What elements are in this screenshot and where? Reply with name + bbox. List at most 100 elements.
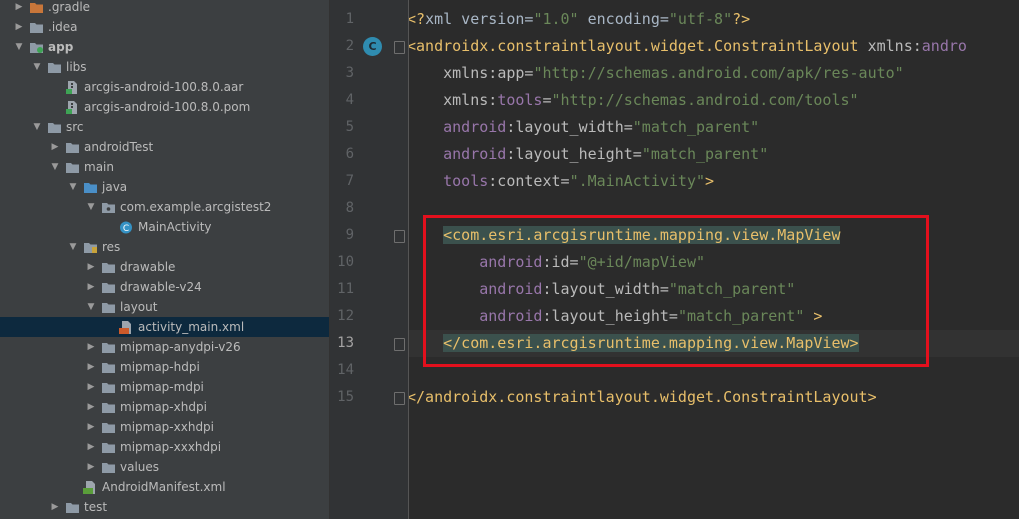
tree-item-label: arcgis-android-100.8.0.aar xyxy=(84,80,244,94)
tree-item[interactable]: ▶ .gradle xyxy=(0,0,329,17)
tree-item[interactable]: ▶ drawable-v24 xyxy=(0,277,329,297)
code-token: </androidx.constraintlayout.widget.Const… xyxy=(409,388,877,406)
class-gutter-icon[interactable]: C xyxy=(363,37,382,56)
tree-item-label: MainActivity xyxy=(138,220,212,234)
code-token: ?> xyxy=(732,10,751,28)
folder-icon xyxy=(101,461,116,474)
tree-item[interactable]: ▼ com.example.arcgistest2 xyxy=(0,197,329,217)
tree-item[interactable]: ▼ layout xyxy=(0,297,329,317)
tree-item[interactable]: ▶ mipmap-hdpi xyxy=(0,357,329,377)
code-line[interactable]: tools:context=".MainActivity"> xyxy=(409,168,714,195)
tree-item[interactable]: ▶ mipmap-xxxhdpi xyxy=(0,437,329,457)
tree-item-label: test xyxy=(84,500,108,514)
line-number: 10 xyxy=(337,254,354,270)
code-token: <androidx.constraintlayout.widget.Constr… xyxy=(409,37,859,55)
code-token: xmlns: xyxy=(409,64,498,82)
chevron-right-icon[interactable]: ▶ xyxy=(13,22,25,32)
tree-item-label: layout xyxy=(120,300,158,314)
tree-item[interactable]: ▶activity_main.xml xyxy=(0,317,329,337)
code-token: :layout_height= xyxy=(506,145,642,163)
class-icon: C xyxy=(119,221,134,234)
folder-icon xyxy=(47,121,62,134)
code-token: > xyxy=(705,172,715,190)
tree-item[interactable]: ▶ mipmap-mdpi xyxy=(0,377,329,397)
line-number: 11 xyxy=(337,281,354,297)
line-number: 5 xyxy=(345,119,354,135)
code-token: "1.0" xyxy=(533,10,579,28)
folder-icon xyxy=(101,261,116,274)
code-line[interactable]: </androidx.constraintlayout.widget.Const… xyxy=(409,384,877,411)
code-line[interactable]: xmlns:tools="http://schemas.android.com/… xyxy=(409,87,858,114)
tree-item[interactable]: ▼ src xyxy=(0,117,329,137)
chevron-down-icon[interactable]: ▼ xyxy=(67,242,79,252)
tree-item-label: .gradle xyxy=(48,0,91,14)
chevron-right-icon[interactable]: ▶ xyxy=(85,422,97,432)
tree-item[interactable]: ▶arcgis-android-100.8.0.aar xyxy=(0,77,329,97)
tree-item[interactable]: ▶ values xyxy=(0,457,329,477)
tree-item[interactable]: ▶AndroidManifest.xml xyxy=(0,477,329,497)
chevron-down-icon[interactable]: ▼ xyxy=(31,62,43,72)
tree-item[interactable]: ▼ libs xyxy=(0,57,329,77)
fold-marker-icon[interactable] xyxy=(394,338,405,351)
code-token: "match_parent" xyxy=(632,118,760,136)
package-icon xyxy=(101,201,116,214)
tree-item[interactable]: ▶arcgis-android-100.8.0.pom xyxy=(0,97,329,117)
chevron-right-icon[interactable]: ▶ xyxy=(49,142,61,152)
tree-item[interactable]: ▼ res xyxy=(0,237,329,257)
fold-marker-icon[interactable] xyxy=(394,230,405,243)
file-archive-icon xyxy=(65,80,80,94)
chevron-down-icon[interactable]: ▼ xyxy=(49,162,61,172)
line-number: 6 xyxy=(345,146,354,162)
chevron-down-icon[interactable]: ▼ xyxy=(67,182,79,192)
tree-item[interactable]: ▶ mipmap-xxhdpi xyxy=(0,417,329,437)
tree-item[interactable]: ▶ mipmap-anydpi-v26 xyxy=(0,337,329,357)
chevron-right-icon[interactable]: ▶ xyxy=(13,2,25,12)
chevron-down-icon[interactable]: ▼ xyxy=(85,202,97,212)
chevron-down-icon[interactable]: ▼ xyxy=(85,302,97,312)
chevron-down-icon[interactable]: ▼ xyxy=(13,42,25,52)
code-line[interactable]: android:layout_width="match_parent" xyxy=(409,114,759,141)
project-tree-panel[interactable]: ▶.gradle▶.idea▼app▼libs▶arcgis-android-1… xyxy=(0,0,330,519)
code-line[interactable]: <androidx.constraintlayout.widget.Constr… xyxy=(409,33,967,60)
chevron-right-icon[interactable]: ▶ xyxy=(85,362,97,372)
line-number: 13 xyxy=(337,335,354,351)
chevron-right-icon[interactable]: ▶ xyxy=(85,282,97,292)
chevron-right-icon[interactable]: ▶ xyxy=(85,442,97,452)
line-number: 15 xyxy=(337,389,354,405)
tree-item[interactable]: ▶ .idea xyxy=(0,17,329,37)
fold-marker-icon[interactable] xyxy=(394,392,405,405)
editor-gutter: 1 2 3 4 5 6 7 8 9 10 11 12 13 14 15 C xyxy=(330,0,426,519)
chevron-right-icon[interactable]: ▶ xyxy=(85,462,97,472)
folder-blue-icon xyxy=(83,181,98,194)
tree-item-label: src xyxy=(66,120,84,134)
chevron-right-icon[interactable]: ▶ xyxy=(85,382,97,392)
chevron-down-icon[interactable]: ▼ xyxy=(31,122,43,132)
chevron-right-icon[interactable]: ▶ xyxy=(85,262,97,272)
code-token: xmlns: xyxy=(409,91,498,109)
line-number: 1 xyxy=(345,11,354,27)
tree-item-label: activity_main.xml xyxy=(138,320,245,334)
tree-item[interactable]: ▶ drawable xyxy=(0,257,329,277)
tree-item[interactable]: ▶CMainActivity xyxy=(0,217,329,237)
chevron-right-icon[interactable]: ▶ xyxy=(85,342,97,352)
line-number: 3 xyxy=(345,65,354,81)
code-line[interactable]: android:layout_height="match_parent" xyxy=(409,141,768,168)
chevron-right-icon[interactable]: ▶ xyxy=(85,402,97,412)
file-archive-icon xyxy=(65,100,80,114)
folder-icon xyxy=(101,401,116,414)
tree-item[interactable]: ▶ androidTest xyxy=(0,137,329,157)
tree-item[interactable]: ▶ mipmap-xhdpi xyxy=(0,397,329,417)
code-line[interactable]: xmlns:app="http://schemas.android.com/ap… xyxy=(409,60,904,87)
tree-item-label: java xyxy=(102,180,128,194)
tree-item[interactable]: ▶ test xyxy=(0,497,329,517)
code-line[interactable]: <?xml version="1.0" encoding="utf-8"?> xyxy=(409,6,750,33)
tree-item[interactable]: ▼ java xyxy=(0,177,329,197)
tree-item[interactable]: ▼ main xyxy=(0,157,329,177)
chevron-right-icon[interactable]: ▶ xyxy=(49,502,61,512)
folder-icon xyxy=(101,441,116,454)
fold-marker-icon[interactable] xyxy=(394,41,405,54)
folder-icon xyxy=(101,281,116,294)
tree-item-label: libs xyxy=(66,60,87,74)
tree-item[interactable]: ▼ app xyxy=(0,37,329,57)
tree-item-label: mipmap-hdpi xyxy=(120,360,200,374)
